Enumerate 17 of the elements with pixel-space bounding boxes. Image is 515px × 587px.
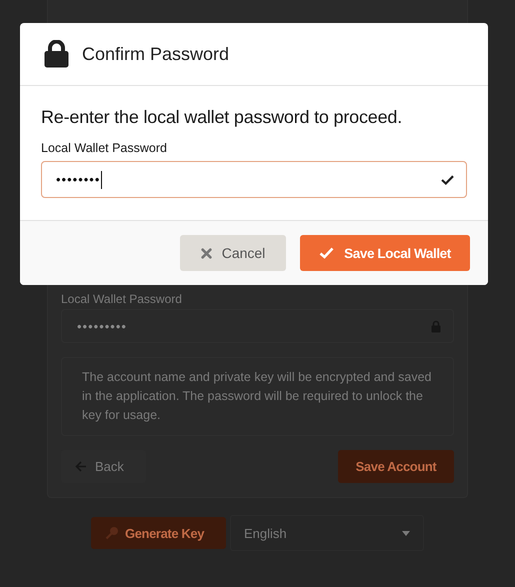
key-icon	[105, 526, 119, 540]
password-field[interactable]: ••••••••	[41, 161, 467, 198]
prompt-text: Re-enter the local wallet password to proceed.	[41, 107, 403, 128]
close-icon	[200, 248, 212, 258]
cancel-button[interactable]: Cancel	[180, 235, 286, 271]
field-label: Local Wallet Password	[61, 292, 183, 306]
language-select[interactable]: English	[230, 515, 424, 551]
dialog-title: Confirm Password	[82, 44, 230, 64]
lock-icon	[44, 40, 69, 68]
generate-key-button[interactable]: Generate Key	[91, 517, 226, 549]
save-account-button[interactable]: Save Account	[338, 450, 454, 483]
caret-icon	[402, 530, 410, 536]
check-icon	[319, 247, 334, 259]
field-label: Local Wallet Password	[41, 141, 168, 155]
password-field[interactable]: •••••••••	[61, 309, 454, 343]
save-button[interactable]: Save Local Wallet	[300, 235, 470, 271]
info-message: The account name and private key will be encrypted and saved in the application. The password will be required to unlock the key for usage.	[61, 357, 454, 436]
